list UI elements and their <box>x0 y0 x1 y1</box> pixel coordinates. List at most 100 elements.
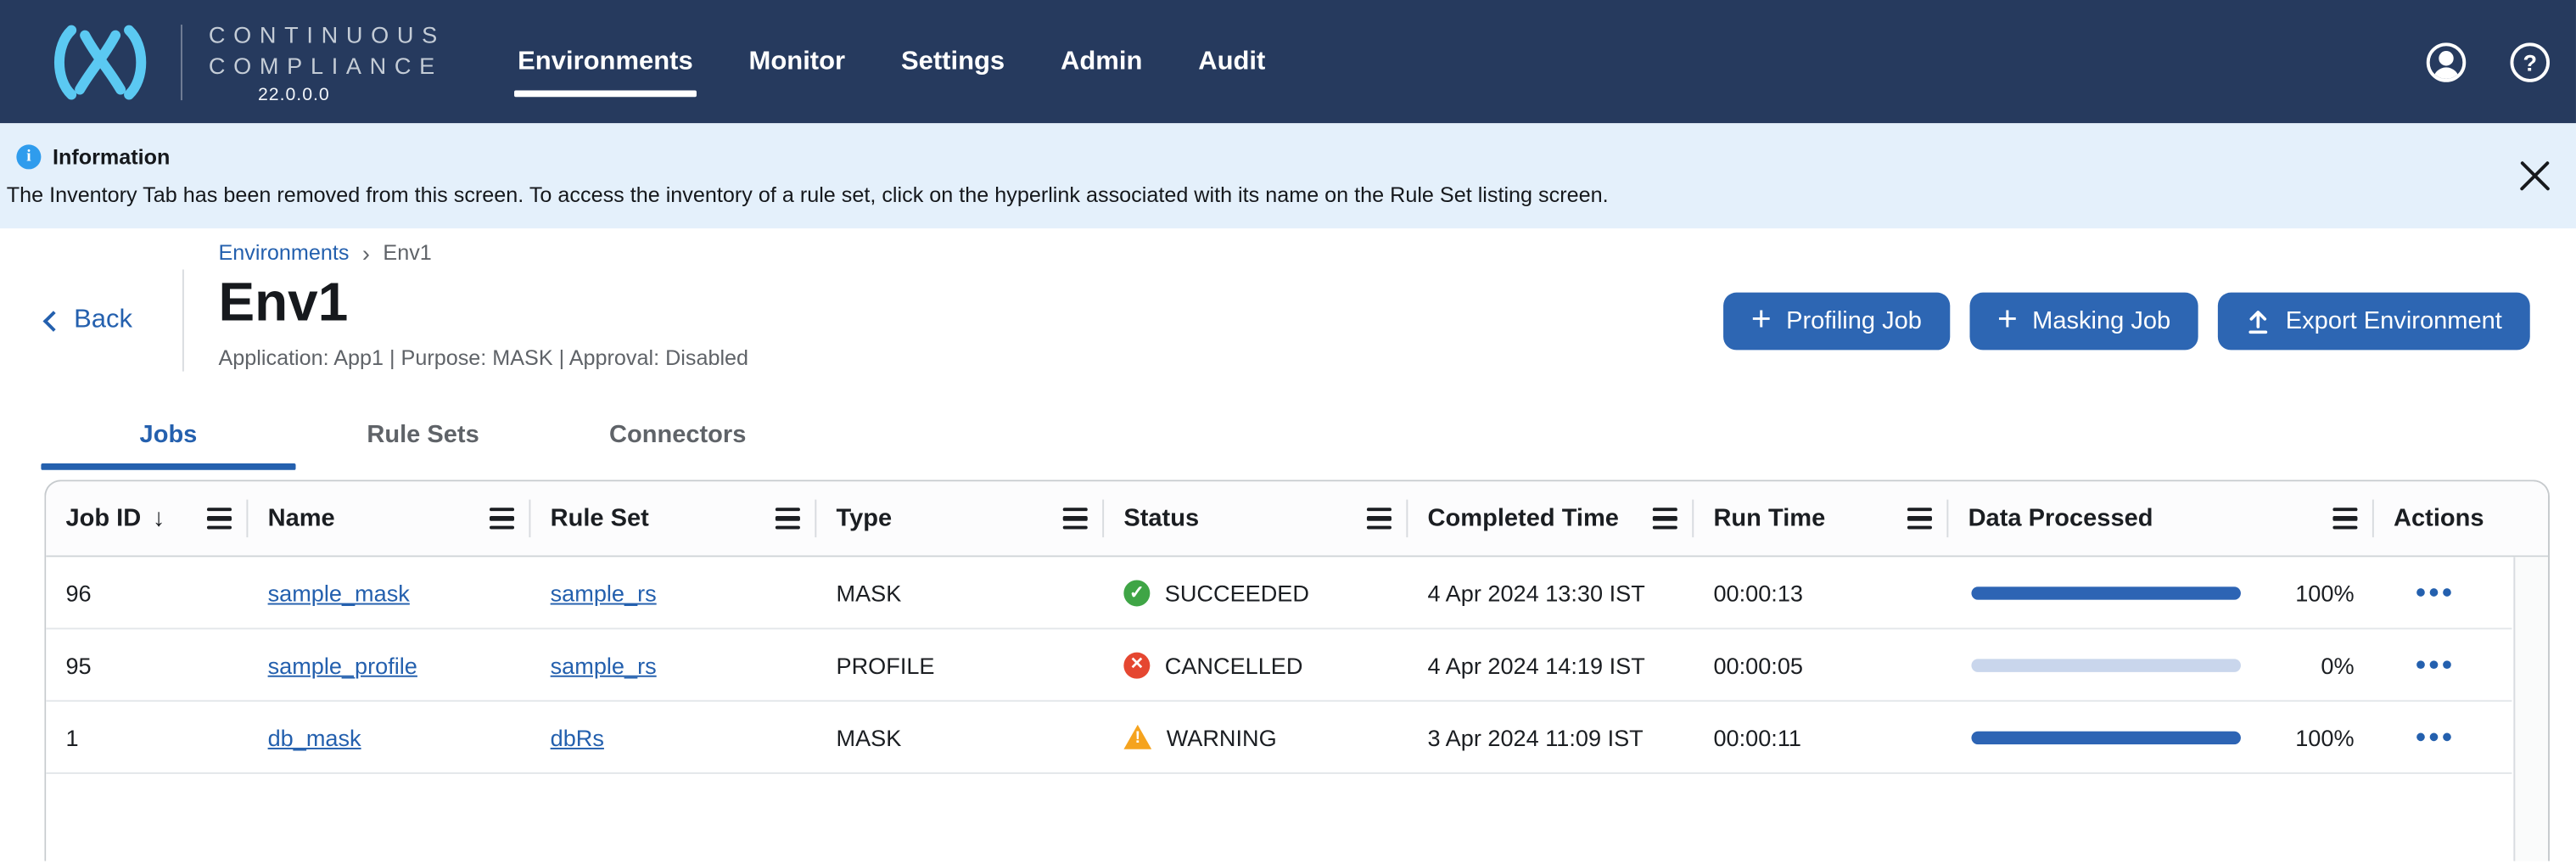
tab-rule-sets[interactable]: Rule Sets <box>296 421 551 470</box>
cell-name: sample_mask <box>248 580 530 606</box>
progress-percent: 100% <box>2295 724 2354 750</box>
user-avatar-icon[interactable] <box>2427 42 2466 81</box>
column-header-actions: Actions <box>2374 481 2512 555</box>
nav-item-admin[interactable]: Admin <box>1061 47 1142 76</box>
column-header-completed-time: Completed Time <box>1408 481 1694 555</box>
column-menu-icon[interactable] <box>1653 508 1677 529</box>
close-icon[interactable] <box>2518 160 2551 193</box>
job-name-link[interactable]: sample_mask <box>268 580 410 606</box>
cell-completed-time: 3 Apr 2024 11:09 IST <box>1408 724 1694 750</box>
cell-data-processed: 0% <box>1948 652 2373 678</box>
column-menu-icon[interactable] <box>207 508 232 529</box>
cell-job-id: 95 <box>46 652 248 678</box>
cell-data-processed: 100% <box>1948 724 2373 750</box>
cell-type: PROFILE <box>816 652 1104 678</box>
rule-set-link[interactable]: sample_rs <box>551 580 657 606</box>
cell-rule-set: dbRs <box>530 724 816 750</box>
cell-name: sample_profile <box>248 652 530 678</box>
nav-item-monitor[interactable]: Monitor <box>749 47 846 76</box>
tab-connectors[interactable]: Connectors <box>551 421 805 470</box>
progress-percent: 100% <box>2295 580 2354 606</box>
column-header-data-processed: Data Processed <box>1948 481 2373 555</box>
cell-type: MASK <box>816 580 1104 606</box>
back-button[interactable]: Back <box>46 306 132 335</box>
breadcrumb-separator-icon: › <box>362 244 370 263</box>
plus-icon: + <box>1751 303 1772 336</box>
cell-rule-set: sample_rs <box>530 580 816 606</box>
help-icon[interactable]: ? <box>2511 42 2550 81</box>
brand-line1: CONTINUOUS <box>209 19 445 50</box>
breadcrumb-current: Env1 <box>383 242 431 265</box>
job-name-link[interactable]: sample_profile <box>268 652 417 678</box>
table-row: 96sample_masksample_rsMASK✓SUCCEEDED4 Ap… <box>46 557 2512 629</box>
column-header-rule-set: Rule Set <box>530 481 816 555</box>
rule-set-link[interactable]: sample_rs <box>551 652 657 678</box>
information-banner: i Information The Inventory Tab has been… <box>0 123 2576 228</box>
breadcrumb-environments[interactable]: Environments <box>219 242 350 265</box>
row-actions-menu-icon[interactable] <box>2416 654 2512 676</box>
column-menu-icon[interactable] <box>1367 508 1392 529</box>
cell-run-time: 00:00:05 <box>1694 652 1948 678</box>
info-icon: i <box>16 144 41 169</box>
cell-completed-time: 4 Apr 2024 13:30 IST <box>1408 580 1694 606</box>
row-actions-menu-icon[interactable] <box>2416 581 2512 603</box>
status-label: WARNING <box>1167 724 1277 750</box>
column-header-job-id: Job ID ↓ <box>46 481 248 555</box>
cell-type: MASK <box>816 724 1104 750</box>
main-nav: Environments Monitor Settings Admin Audi… <box>518 47 1265 76</box>
progress-percent: 0% <box>2321 652 2354 678</box>
nav-item-environments[interactable]: Environments <box>518 47 693 76</box>
nav-item-audit[interactable]: Audit <box>1198 47 1265 76</box>
status-label: SUCCEEDED <box>1165 580 1309 606</box>
chevron-left-icon <box>43 311 64 332</box>
column-menu-icon[interactable] <box>776 508 800 529</box>
table-row: 1 db_mask dbRs MASK! WARNING 3 Apr 2024 11:09… <box>46 702 2512 774</box>
progress-fill <box>1971 731 2241 743</box>
progress-bar <box>1971 586 2241 598</box>
avatar-head <box>2439 50 2453 65</box>
app-window: CONTINUOUS COMPLIANCE 22.0.0.0 Environme… <box>0 0 2576 864</box>
column-header-type: Type <box>816 481 1104 555</box>
cell-rule-set: sample_rs <box>530 652 816 678</box>
cell-name: db_mask <box>248 724 530 750</box>
profiling-job-button[interactable]: + Profiling Job <box>1723 293 1950 351</box>
table-row: 95sample_profilesample_rsPROFILE✕CANCELL… <box>46 630 2512 702</box>
status-cancelled-icon: ✕ <box>1123 652 1150 678</box>
delphix-logo-icon[interactable] <box>46 24 154 99</box>
header-divider <box>182 270 184 372</box>
tab-bar: Jobs Rule Sets Connectors <box>41 421 2576 470</box>
progress-bar <box>1971 731 2241 743</box>
banner-title: Information <box>53 144 170 169</box>
cell-data-processed: 100% <box>1948 580 2373 606</box>
masking-job-button[interactable]: + Masking Job <box>1969 293 2198 351</box>
job-name-link[interactable]: db_mask <box>268 724 361 750</box>
jobs-table: Job ID ↓ Name Rule Set Type Status Co <box>44 480 2550 861</box>
cell-run-time: 00:00:13 <box>1694 580 1948 606</box>
header-scroll-spacer <box>2512 481 2548 555</box>
sort-desc-icon[interactable]: ↓ <box>153 504 165 532</box>
column-menu-icon[interactable] <box>490 508 514 529</box>
row-actions-menu-icon[interactable] <box>2416 727 2512 748</box>
status-warning-icon: ! <box>1123 725 1151 749</box>
cell-status: ! WARNING <box>1104 724 1408 750</box>
cell-actions <box>2374 654 2512 676</box>
breadcrumb: Environments › Env1 <box>219 242 2576 265</box>
cell-job-id: 1 <box>46 724 248 750</box>
cell-actions <box>2374 581 2512 603</box>
nav-item-settings[interactable]: Settings <box>901 47 1005 76</box>
avatar-shoulders <box>2433 66 2460 79</box>
cell-status: ✓ SUCCEEDED <box>1104 580 1408 606</box>
upload-icon <box>2246 308 2271 334</box>
cell-completed-time: 4 Apr 2024 14:19 IST <box>1408 652 1694 678</box>
logo-divider <box>181 24 182 99</box>
cell-actions <box>2374 727 2512 748</box>
plus-icon: + <box>1997 303 2018 336</box>
rule-set-link[interactable]: dbRs <box>551 724 604 750</box>
column-menu-icon[interactable] <box>1063 508 1088 529</box>
vertical-scrollbar[interactable] <box>2513 557 2548 861</box>
tab-jobs[interactable]: Jobs <box>41 421 295 470</box>
column-menu-icon[interactable] <box>1907 508 1932 529</box>
export-environment-button[interactable]: Export Environment <box>2218 293 2529 351</box>
status-success-icon: ✓ <box>1123 580 1150 606</box>
column-menu-icon[interactable] <box>2332 508 2357 529</box>
